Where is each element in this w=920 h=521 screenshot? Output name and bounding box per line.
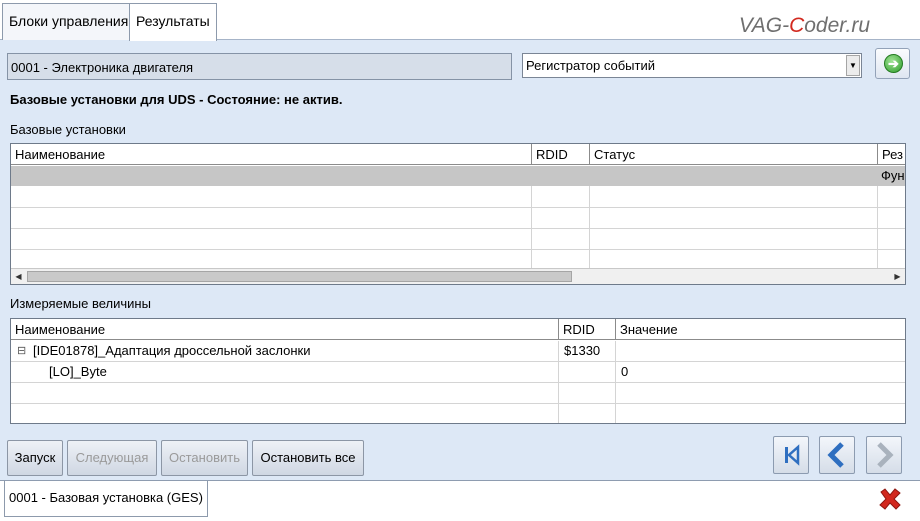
watermark-pre: VAG- [738,14,790,37]
stop-button[interactable]: Остановить [161,440,248,476]
col-header-status[interactable]: Статус [590,144,878,165]
go-button[interactable]: ➔ [875,48,910,79]
scroll-right-icon[interactable]: ▶ [890,269,905,284]
mode-select-value: Регистратор событий [526,58,655,73]
next-page-button[interactable] [866,436,902,474]
scroll-thumb[interactable] [27,271,572,282]
basic-settings-status-title: Базовые установки для UDS - Состояние: н… [10,92,343,107]
measured-values-table[interactable]: Наименование RDID Значение ⊟ [IDE01878]_… [10,318,906,424]
col-header-name[interactable]: Наименование [11,144,532,165]
mode-select[interactable]: Регистратор событий ▼ [522,53,862,78]
col-header-rdid[interactable]: RDID [559,319,616,340]
arrow-right-icon: ➔ [884,54,903,73]
measured-values-label: Измеряемые величины [10,296,151,311]
tab-results[interactable]: Результаты [129,3,217,41]
col-header-name[interactable]: Наименование [11,319,559,340]
basic-settings-table[interactable]: Наименование RDID Статус Рез Фун ◀ ▶ [10,143,906,285]
skip-to-first-icon [785,444,800,466]
measured-rdid: $1330 [564,343,601,358]
bottom-tab-strip: 0001 - Базовая установка (GES) [0,480,920,521]
selected-row-result: Фун [881,168,905,183]
measured-name: [IDE01878]_Адаптация дроссельной заслонк… [33,343,311,358]
top-tab-strip: Блоки управления Результаты VAG-Coder.ru [0,0,920,41]
watermark-post: oder.ru [804,14,870,37]
col-header-rdid[interactable]: RDID [532,144,590,165]
tab-basic-setting[interactable]: 0001 - Базовая установка (GES) [4,481,208,517]
chevron-right-icon [877,442,894,468]
horizontal-scrollbar[interactable]: ◀ ▶ [11,268,905,284]
measured-name: [LO]_Byte [49,364,107,379]
scroll-left-icon[interactable]: ◀ [11,269,26,284]
chevron-left-icon [827,442,844,468]
stop-all-button[interactable]: Остановить все [252,440,364,476]
next-button[interactable]: Следующая [67,440,157,476]
collapse-icon[interactable]: ⊟ [17,341,26,361]
col-header-value[interactable]: Значение [616,319,905,340]
start-button[interactable]: Запуск [7,440,63,476]
first-page-button[interactable] [773,436,809,474]
control-unit-field: 0001 - Электроника двигателя [7,53,512,80]
previous-page-button[interactable] [819,436,855,474]
dropdown-arrow-icon[interactable]: ▼ [846,55,860,76]
watermark-accent: C [789,14,805,37]
measured-value: 0 [621,364,629,379]
tab-control-units[interactable]: Блоки управления [2,3,136,40]
table-row-selected[interactable]: Фун [11,166,905,186]
basic-settings-label: Базовые установки [10,122,126,137]
watermark-logo: VAG-Coder.ru [739,14,870,38]
col-header-result[interactable]: Рез [878,144,905,165]
close-icon[interactable] [877,486,903,512]
